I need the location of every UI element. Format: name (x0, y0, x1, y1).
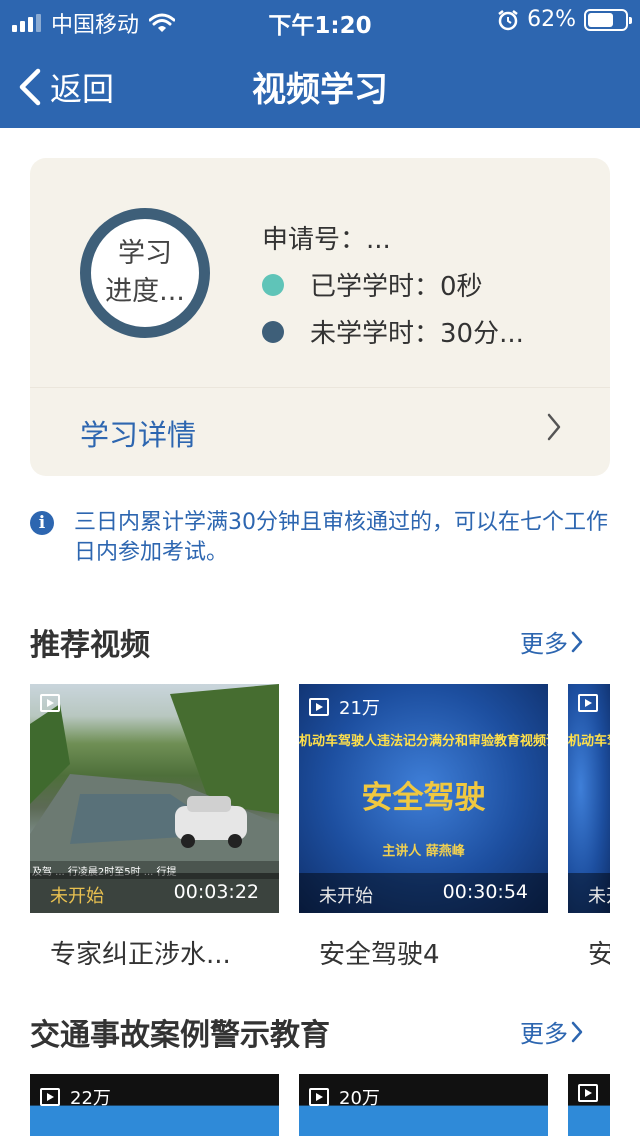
remaining-hours: 未学学时：30分... (310, 319, 524, 349)
video-card-4[interactable]: 22万 (30, 1074, 279, 1136)
play-badge: 20万 (309, 1084, 380, 1110)
view-count: 20万 (339, 1088, 380, 1109)
video-title[interactable]: 安全驾驶4 (319, 934, 539, 971)
play-badge: 22万 (40, 1084, 111, 1110)
video-status: 未开始 (50, 886, 104, 907)
video-info-bar: 未开始 00:03:22 (30, 873, 279, 913)
play-icon (309, 1088, 329, 1106)
banner-top-text: 机动车驾 (568, 734, 610, 749)
view-count: 22万 (70, 1088, 111, 1109)
video-card-1[interactable]: 及驾 ... 行凌晨2时至5时 ... 行提 未开始 00:03:22 (30, 684, 279, 913)
video-card-5[interactable]: 20万 (299, 1074, 548, 1136)
video-title[interactable]: 专家纠正涉水... (50, 934, 270, 971)
nav-bar: 返回 视频学习 (0, 40, 640, 128)
remaining-dot-icon (262, 320, 284, 343)
application-number: 申请号：... (262, 225, 391, 255)
more-label: 更多 (520, 630, 568, 658)
notice-text: 三日内累计学满30分钟且审核通过的，可以在七个工作日内参加考试。 (74, 510, 608, 565)
studied-hours: 已学学时：0秒 (310, 272, 483, 302)
play-icon (578, 694, 598, 712)
chevron-right-icon (571, 1021, 583, 1042)
play-icon (40, 694, 60, 712)
chevron-right-icon (547, 413, 561, 441)
more-label: 更多 (520, 1020, 568, 1048)
info-icon: i (30, 511, 54, 535)
banner-main-text: 安全驾驶 (361, 780, 486, 816)
play-badge (40, 694, 60, 712)
section-title-accident-cases: 交通事故案例警示教育 (30, 1018, 330, 1053)
study-detail-row[interactable]: 学习详情 (30, 388, 610, 476)
studied-dot-icon (262, 273, 284, 296)
ring-label-line2: 进度... (105, 276, 185, 307)
status-bar: 中国移动 下午1:20 62% (0, 0, 640, 40)
app-header: 中国移动 下午1:20 62% 返回 视频学习 (0, 0, 640, 128)
progress-ring: 学习 进度... (80, 208, 210, 338)
video-info-bar: 未开 (568, 873, 610, 913)
section-title-recommended: 推荐视频 (30, 628, 150, 663)
video-duration: 00:30:54 (442, 881, 528, 903)
video-status: 未开始 (319, 886, 373, 907)
video-card-3[interactable]: 机动车驾 未开 (568, 684, 610, 913)
chevron-right-icon (571, 631, 583, 652)
video-card-6[interactable] (568, 1074, 610, 1136)
video-status: 未开 (588, 886, 610, 907)
study-detail-label: 学习详情 (80, 418, 197, 452)
video-duration: 00:03:22 (173, 881, 259, 903)
banner-speaker-text: 主讲人 薛燕峰 (382, 844, 465, 859)
banner-top-text: 机动车驾驶人违法记分满分和审验教育视频课件 (299, 734, 548, 749)
more-recommended-link[interactable]: 更多 (520, 624, 584, 659)
video-info-bar: 未开始 00:30:54 (299, 873, 548, 913)
exam-notice: i 三日内累计学满30分钟且审核通过的，可以在七个工作日内参加考试。 (30, 508, 610, 568)
play-icon (309, 698, 329, 716)
video-title[interactable]: 安 (588, 934, 610, 971)
view-count: 21万 (339, 698, 380, 719)
play-badge: 21万 (309, 694, 380, 720)
progress-card: 学习 进度... 申请号：... 已学学时：0秒 未学学时：30分... 学习详… (30, 158, 610, 476)
battery-icon (584, 8, 632, 31)
play-icon (578, 1084, 598, 1102)
ring-label-line1: 学习 (118, 238, 172, 269)
page-title: 视频学习 (252, 70, 388, 110)
play-badge (578, 1084, 598, 1102)
play-icon (40, 1088, 60, 1106)
video-card-2[interactable]: 21万 机动车驾驶人违法记分满分和审验教育视频课件 安全驾驶 主讲人 薛燕峰 未… (299, 684, 548, 913)
battery-percent: 62% (527, 7, 576, 32)
play-badge (578, 694, 598, 712)
more-accident-cases-link[interactable]: 更多 (520, 1014, 584, 1049)
alarm-icon (498, 9, 518, 30)
